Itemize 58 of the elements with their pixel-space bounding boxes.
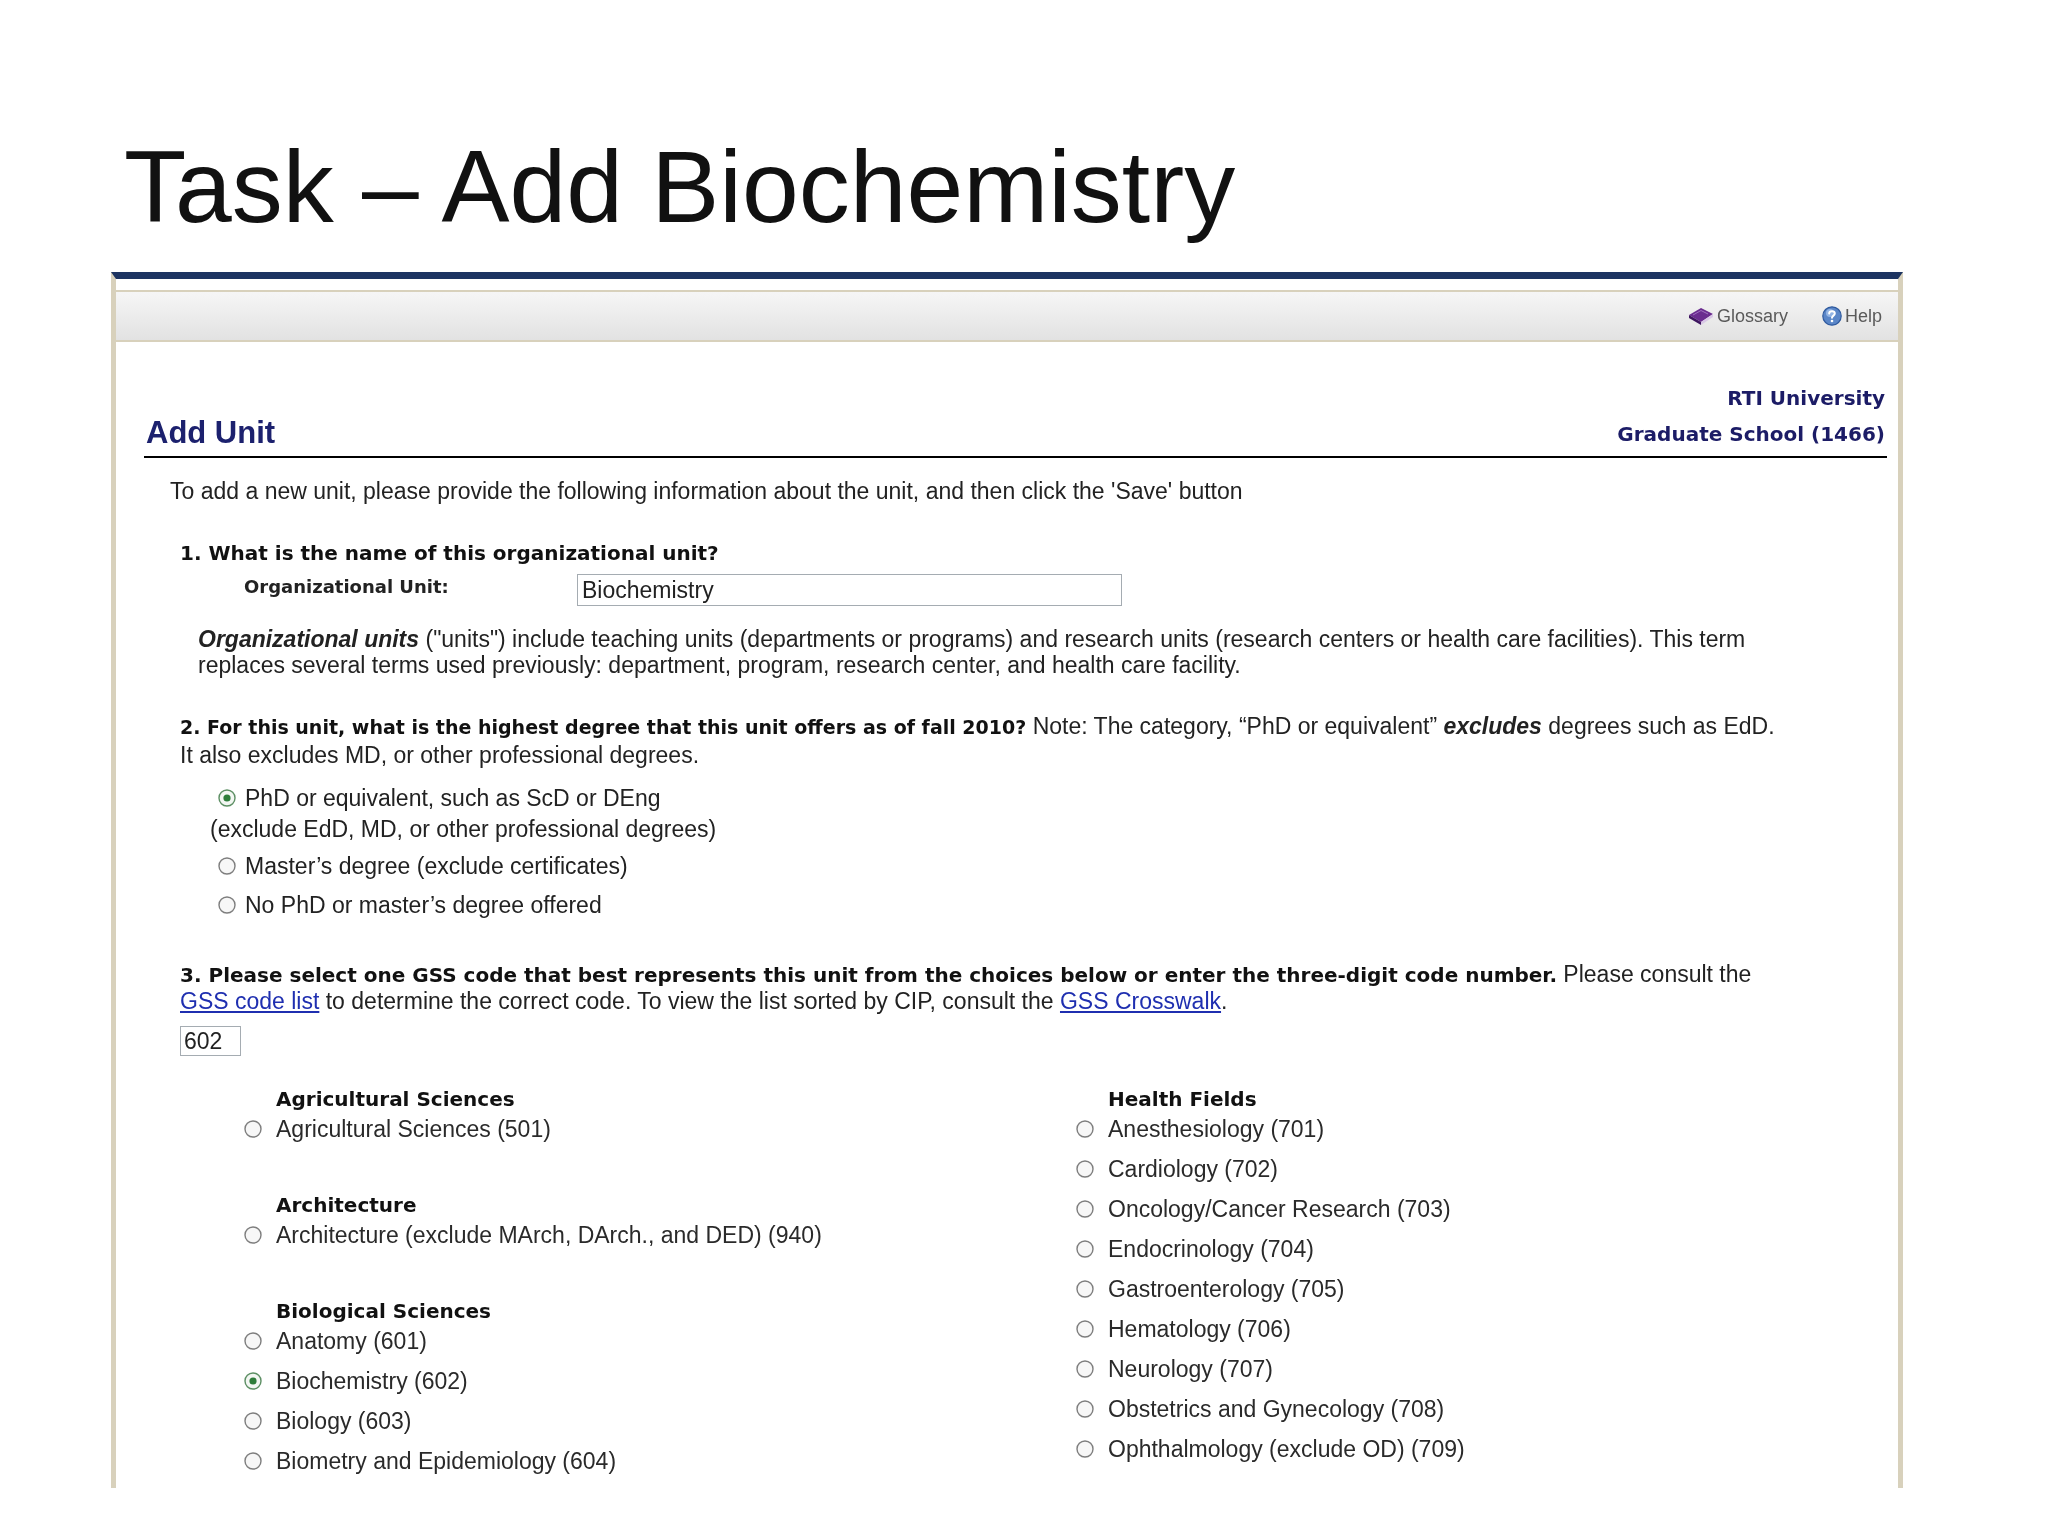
radio-button[interactable] [1076,1200,1094,1218]
option-label: Biology (603) [276,1407,412,1436]
radio-button[interactable] [244,1226,262,1244]
help-icon [1821,306,1842,326]
option-note: (exclude EdD, MD, or other professional degrees) [210,815,717,843]
page-heading: Add Unit [146,414,276,452]
option-label: Hematology (706) [1108,1315,1291,1344]
option-label: Neurology (707) [1108,1355,1273,1384]
help-link[interactable]: Help [1821,305,1882,327]
text-input[interactable]: Biochemistry [577,574,1122,606]
code-input[interactable]: 602 [180,1026,241,1056]
radio-button[interactable] [244,1332,262,1350]
radio-button[interactable] [1076,1280,1094,1298]
category-heading: Health Fields [1108,1086,1257,1113]
field-label: Organizational Unit: [244,575,450,599]
school-name: Graduate School (1466) [1617,421,1885,448]
radio-button[interactable] [1076,1320,1094,1338]
option-label: Biochemistry (602) [276,1367,468,1396]
radio-button[interactable] [218,857,236,875]
radio-button[interactable] [218,896,236,914]
radio-button[interactable] [1076,1160,1094,1178]
option-label: Biometry and Epidemiology (604) [276,1447,617,1476]
option-label: PhD or equivalent, such as ScD or DEng [245,784,661,812]
radio-button[interactable] [1076,1240,1094,1258]
instruction-text: To add a new unit, please provide the following information about the unit, and then click the 'Save' button [170,478,1243,504]
radio-button[interactable] [1076,1360,1094,1378]
hyperlink[interactable]: GSS code list [180,988,320,1014]
glossary-link[interactable]: Glossary [1687,305,1788,327]
category-heading: Agricultural Sciences [276,1086,515,1113]
category-heading: Biological Sciences [276,1298,492,1325]
option-label: Anesthesiology (701) [1108,1115,1325,1144]
question-text: 2. For this unit, what is the highest degree that this unit offers as of fall 2010? Note: The category, “PhD or equivalent” excludes degrees such as EdD. It also excludes MD, or other professional degrees. [180,712,1776,769]
hyperlink[interactable]: GSS Crosswalk [1060,988,1222,1014]
option-label: Ophthalmology (exclude OD) (709) [1108,1435,1465,1464]
option-label: Master’s degree (exclude certificates) [245,852,628,880]
option-label: Gastroenterology (705) [1108,1275,1345,1304]
option-label: Obstetrics and Gynecology (708) [1108,1395,1445,1424]
radio-button[interactable] [244,1452,262,1470]
book-icon [1687,306,1714,326]
radio-button[interactable] [244,1372,262,1390]
question-text: 1. What is the name of this organizational unit? [180,540,719,566]
radio-button[interactable] [218,789,236,807]
description-text: Organizational units ("units") include teaching units (departments or programs) and research units (research centers or health care facilities). This term replaces several terms used previously: department, program, research center, and health care facility. [198,626,1747,678]
option-label: Endocrinology (704) [1108,1235,1314,1264]
radio-button[interactable] [1076,1400,1094,1418]
option-label: Cardiology (702) [1108,1155,1279,1184]
radio-button[interactable] [1076,1120,1094,1138]
option-label: Architecture (exclude MArch, DArch., and DED) (940) [276,1221,822,1250]
category-heading: Architecture [276,1192,417,1219]
option-label: Anatomy (601) [276,1327,427,1356]
option-label: Agricultural Sciences (501) [276,1115,551,1144]
radio-button[interactable] [244,1120,262,1138]
option-label: Oncology/Cancer Research (703) [1108,1195,1451,1224]
question-text: 3. Please select one GSS code that best represents this unit from the choices below or enter the three-digit code number. Please consult the GSS code list to determine the correct code. To view the list sorted by CIP, consult the GSS Crosswalk. [180,961,1753,1014]
radio-button[interactable] [244,1412,262,1430]
radio-button[interactable] [1076,1440,1094,1458]
institution-name: RTI University [1727,385,1885,412]
option-label: No PhD or master’s degree offered [245,891,602,919]
